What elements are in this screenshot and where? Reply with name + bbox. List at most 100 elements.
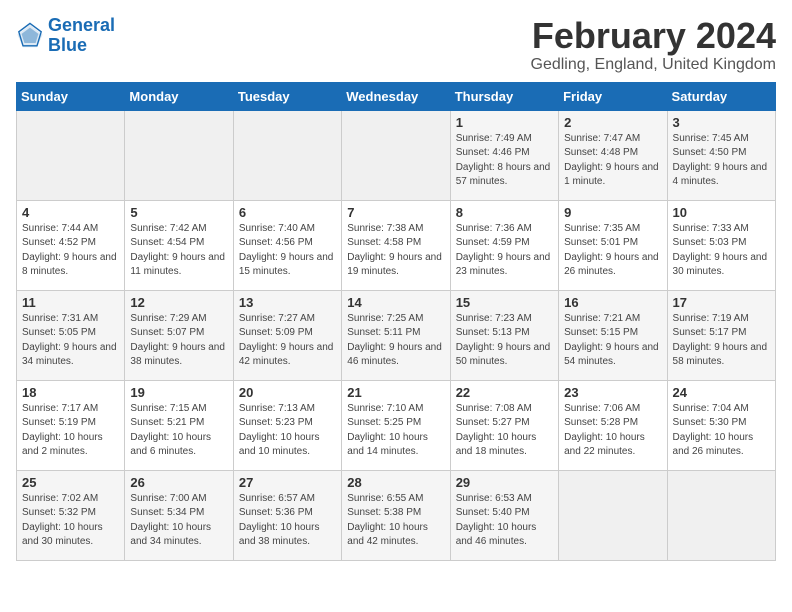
calendar-cell: 20 Sunrise: 7:13 AMSunset: 5:23 PMDayligh…: [233, 380, 341, 470]
calendar-cell: 8Sunrise: 7:36 AMSunset: 4:59 PMDaylight…: [450, 200, 558, 290]
day-number: 3: [673, 115, 770, 130]
col-header-monday: Monday: [125, 82, 233, 110]
calendar-cell: 12 Sunrise: 7:29 AMSunset: 5:07 PMDayligh…: [125, 290, 233, 380]
day-info: Sunrise: 7:19 AMSunset: 5:17 PMDaylight:…: [673, 312, 770, 370]
day-number: 18: [22, 385, 119, 400]
day-number: 29: [456, 475, 553, 490]
page-header: General Blue February 2024 Gedling, Engl…: [16, 16, 776, 74]
calendar-cell: 23 Sunrise: 7:06 AMSunset: 5:28 PMDayligh…: [559, 380, 667, 470]
calendar-cell: [667, 470, 775, 560]
day-info: Sunrise: 7:27 AMSunset: 5:09 PMDaylight:…: [239, 312, 336, 370]
day-number: 7: [347, 205, 444, 220]
day-number: 1: [456, 115, 553, 130]
day-number: 19: [130, 385, 227, 400]
calendar-cell: 11Sunrise: 7:31 AMSunset: 5:05 PMDayligh…: [17, 290, 125, 380]
calendar-cell: 5Sunrise: 7:42 AMSunset: 4:54 PMDaylight…: [125, 200, 233, 290]
day-info: Sunrise: 7:29 AMSunset: 5:07 PMDaylight:…: [130, 312, 227, 370]
day-info: Sunrise: 7:08 AMSunset: 5:27 PMDaylight:…: [456, 402, 553, 460]
day-number: 6: [239, 205, 336, 220]
logo: General Blue: [16, 16, 115, 56]
day-info: Sunrise: 7:17 AMSunset: 5:19 PMDaylight:…: [22, 402, 119, 460]
day-info: Sunrise: 7:45 AMSunset: 4:50 PMDaylight:…: [673, 132, 770, 190]
day-number: 9: [564, 205, 661, 220]
calendar-week-row: 1 Sunrise: 7:49 AMSunset: 4:46 PMDaylight…: [17, 110, 776, 200]
calendar-cell: 9 Sunrise: 7:35 AMSunset: 5:01 PMDaylight…: [559, 200, 667, 290]
day-info: Sunrise: 7:49 AMSunset: 4:46 PMDaylight:…: [456, 132, 553, 190]
day-number: 17: [673, 295, 770, 310]
day-info: Sunrise: 6:55 AMSunset: 5:38 PMDaylight:…: [347, 492, 444, 550]
calendar-cell: 3 Sunrise: 7:45 AMSunset: 4:50 PMDaylight…: [667, 110, 775, 200]
calendar-cell: 6 Sunrise: 7:40 AMSunset: 4:56 PMDaylight…: [233, 200, 341, 290]
col-header-sunday: Sunday: [17, 82, 125, 110]
day-info: Sunrise: 7:42 AMSunset: 4:54 PMDaylight:…: [130, 222, 227, 280]
day-number: 12: [130, 295, 227, 310]
day-number: 24: [673, 385, 770, 400]
day-number: 22: [456, 385, 553, 400]
calendar-cell: 28 Sunrise: 6:55 AMSunset: 5:38 PMDayligh…: [342, 470, 450, 560]
col-header-thursday: Thursday: [450, 82, 558, 110]
calendar-cell: [342, 110, 450, 200]
calendar-cell: [559, 470, 667, 560]
calendar-cell: 24 Sunrise: 7:04 AMSunset: 5:30 PMDayligh…: [667, 380, 775, 470]
logo-text: General Blue: [48, 16, 115, 56]
day-number: 15: [456, 295, 553, 310]
calendar-cell: 21Sunrise: 7:10 AMSunset: 5:25 PMDayligh…: [342, 380, 450, 470]
col-header-saturday: Saturday: [667, 82, 775, 110]
title-block: February 2024 Gedling, England, United K…: [531, 16, 777, 74]
day-info: Sunrise: 7:06 AMSunset: 5:28 PMDaylight:…: [564, 402, 661, 460]
calendar-week-row: 11Sunrise: 7:31 AMSunset: 5:05 PMDayligh…: [17, 290, 776, 380]
calendar-cell: 18 Sunrise: 7:17 AMSunset: 5:19 PMDayligh…: [17, 380, 125, 470]
calendar-cell: 22 Sunrise: 7:08 AMSunset: 5:27 PMDayligh…: [450, 380, 558, 470]
calendar-cell: 25 Sunrise: 7:02 AMSunset: 5:32 PMDayligh…: [17, 470, 125, 560]
location: Gedling, England, United Kingdom: [531, 56, 777, 74]
day-info: Sunrise: 7:15 AMSunset: 5:21 PMDaylight:…: [130, 402, 227, 460]
col-header-wednesday: Wednesday: [342, 82, 450, 110]
logo-icon: [16, 22, 44, 50]
day-info: Sunrise: 7:23 AMSunset: 5:13 PMDaylight:…: [456, 312, 553, 370]
day-info: Sunrise: 7:25 AMSunset: 5:11 PMDaylight:…: [347, 312, 444, 370]
day-info: Sunrise: 7:04 AMSunset: 5:30 PMDaylight:…: [673, 402, 770, 460]
day-number: 20: [239, 385, 336, 400]
calendar-cell: [17, 110, 125, 200]
calendar-week-row: 4 Sunrise: 7:44 AMSunset: 4:52 PMDaylight…: [17, 200, 776, 290]
calendar-cell: 26Sunrise: 7:00 AMSunset: 5:34 PMDayligh…: [125, 470, 233, 560]
calendar-cell: 27Sunrise: 6:57 AMSunset: 5:36 PMDayligh…: [233, 470, 341, 560]
calendar-cell: 15 Sunrise: 7:23 AMSunset: 5:13 PMDayligh…: [450, 290, 558, 380]
day-info: Sunrise: 7:13 AMSunset: 5:23 PMDaylight:…: [239, 402, 336, 460]
day-number: 26: [130, 475, 227, 490]
day-number: 23: [564, 385, 661, 400]
col-header-friday: Friday: [559, 82, 667, 110]
calendar-cell: 2Sunrise: 7:47 AMSunset: 4:48 PMDaylight…: [559, 110, 667, 200]
day-info: Sunrise: 7:44 AMSunset: 4:52 PMDaylight:…: [22, 222, 119, 280]
calendar-week-row: 25 Sunrise: 7:02 AMSunset: 5:32 PMDayligh…: [17, 470, 776, 560]
day-number: 27: [239, 475, 336, 490]
calendar-header-row: SundayMondayTuesdayWednesdayThursdayFrid…: [17, 82, 776, 110]
day-info: Sunrise: 7:02 AMSunset: 5:32 PMDaylight:…: [22, 492, 119, 550]
col-header-tuesday: Tuesday: [233, 82, 341, 110]
calendar-cell: 4 Sunrise: 7:44 AMSunset: 4:52 PMDaylight…: [17, 200, 125, 290]
day-info: Sunrise: 7:10 AMSunset: 5:25 PMDaylight:…: [347, 402, 444, 460]
day-info: Sunrise: 7:33 AMSunset: 5:03 PMDaylight:…: [673, 222, 770, 280]
calendar-cell: [233, 110, 341, 200]
calendar-cell: 19 Sunrise: 7:15 AMSunset: 5:21 PMDayligh…: [125, 380, 233, 470]
day-info: Sunrise: 6:53 AMSunset: 5:40 PMDaylight:…: [456, 492, 553, 550]
day-info: Sunrise: 7:31 AMSunset: 5:05 PMDaylight:…: [22, 312, 119, 370]
calendar-cell: 29 Sunrise: 6:53 AMSunset: 5:40 PMDayligh…: [450, 470, 558, 560]
day-number: 13: [239, 295, 336, 310]
calendar-cell: 10 Sunrise: 7:33 AMSunset: 5:03 PMDayligh…: [667, 200, 775, 290]
day-info: Sunrise: 7:36 AMSunset: 4:59 PMDaylight:…: [456, 222, 553, 280]
day-info: Sunrise: 7:40 AMSunset: 4:56 PMDaylight:…: [239, 222, 336, 280]
day-info: Sunrise: 7:47 AMSunset: 4:48 PMDaylight:…: [564, 132, 661, 190]
day-number: 25: [22, 475, 119, 490]
calendar-cell: [125, 110, 233, 200]
day-number: 14: [347, 295, 444, 310]
day-number: 4: [22, 205, 119, 220]
calendar-cell: 16Sunrise: 7:21 AMSunset: 5:15 PMDayligh…: [559, 290, 667, 380]
calendar-cell: 17 Sunrise: 7:19 AMSunset: 5:17 PMDayligh…: [667, 290, 775, 380]
day-number: 16: [564, 295, 661, 310]
calendar-cell: 1 Sunrise: 7:49 AMSunset: 4:46 PMDaylight…: [450, 110, 558, 200]
day-number: 28: [347, 475, 444, 490]
day-number: 10: [673, 205, 770, 220]
day-info: Sunrise: 7:35 AMSunset: 5:01 PMDaylight:…: [564, 222, 661, 280]
month-title: February 2024: [531, 16, 777, 56]
